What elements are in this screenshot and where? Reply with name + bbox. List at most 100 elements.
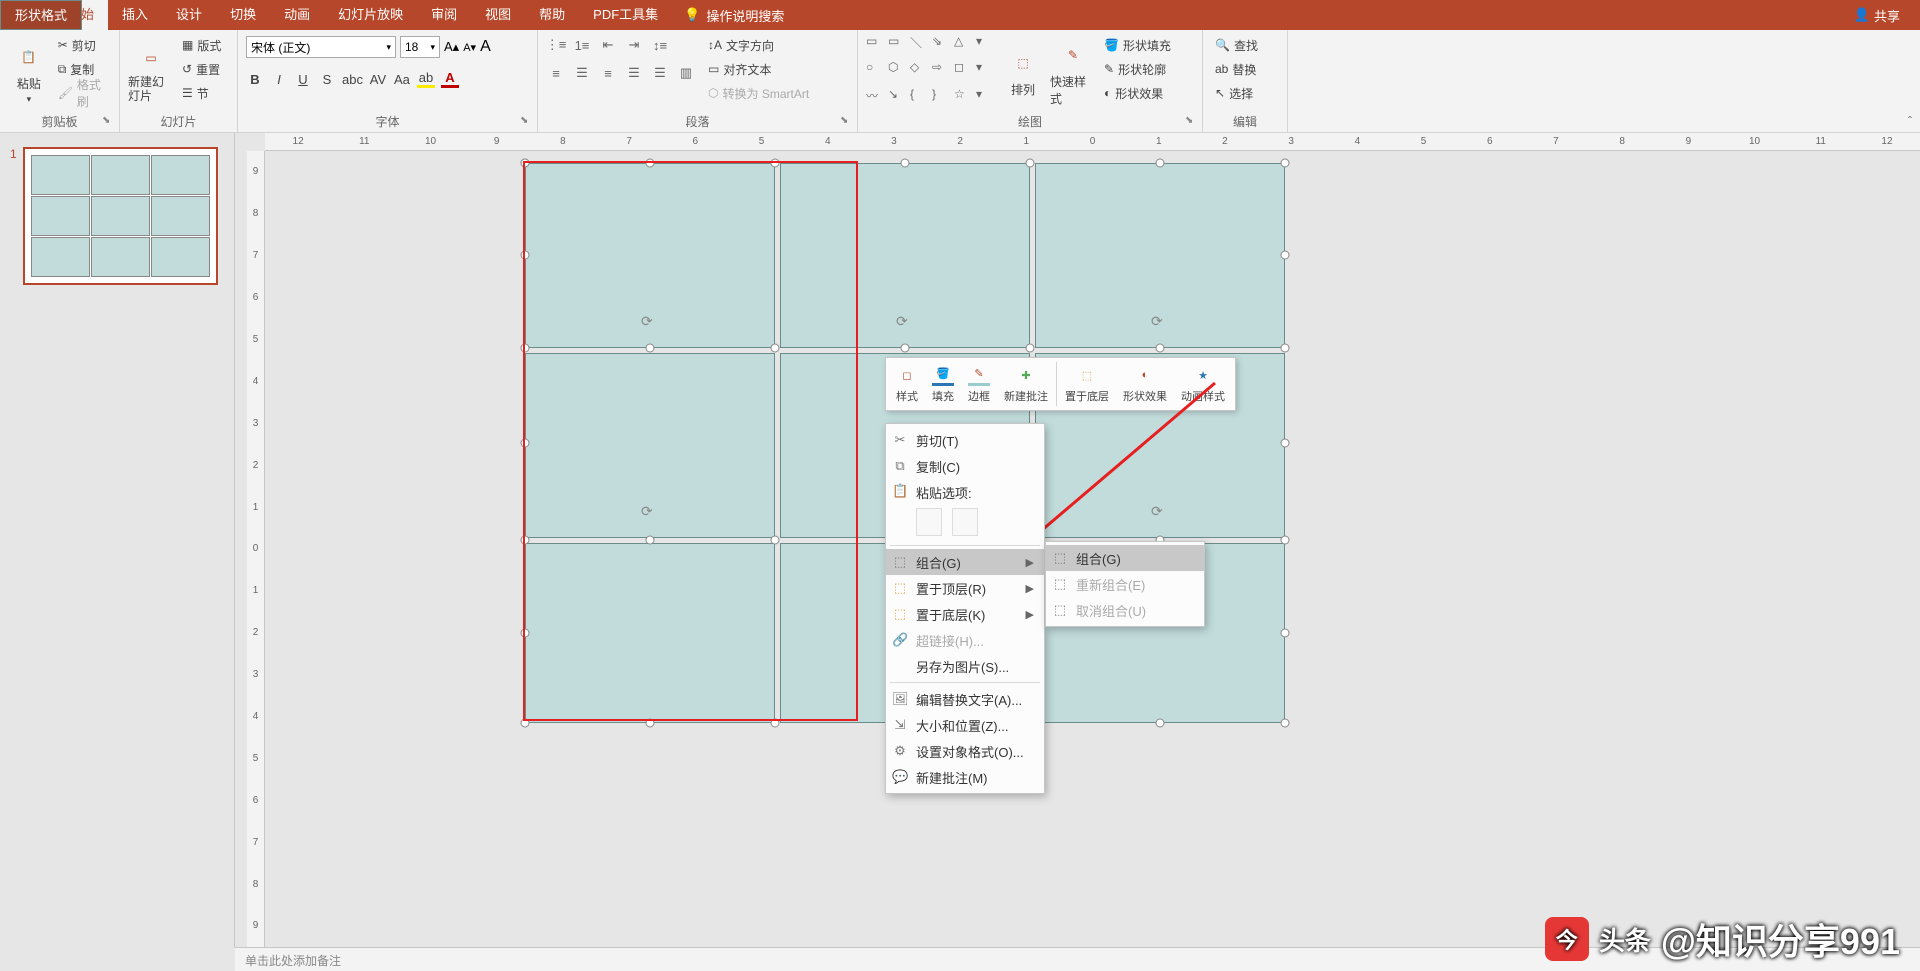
shape-rect[interactable] — [525, 543, 775, 723]
shape-star-icon[interactable]: ☆ — [954, 87, 974, 111]
decrease-indent-button[interactable]: ⇤ — [598, 35, 618, 55]
selection-handle[interactable] — [521, 344, 530, 353]
slide-thumbnail-1[interactable] — [23, 147, 218, 285]
shape-more2-icon[interactable]: ▾ — [976, 60, 996, 84]
selection-handle[interactable] — [771, 344, 780, 353]
selection-handle[interactable] — [521, 629, 530, 638]
tab-help[interactable]: 帮助 — [525, 0, 579, 30]
ctx-copy[interactable]: 复制(C) — [886, 453, 1044, 479]
reset-button[interactable]: ↺重置 — [178, 58, 225, 80]
tab-animation[interactable]: 动画 — [270, 0, 324, 30]
distribute-button[interactable]: ☰ — [650, 63, 670, 83]
shape-rect2-icon[interactable]: ▭ — [888, 34, 908, 58]
thumbnail-panel[interactable]: 1 — [0, 133, 235, 947]
selection-handle[interactable] — [1026, 344, 1035, 353]
tab-slideshow[interactable]: 幻灯片放映 — [324, 0, 417, 30]
tab-shape-format[interactable]: 形状格式 — [0, 0, 82, 30]
ctx-new-comment[interactable]: 💬新建批注(M) — [886, 764, 1044, 790]
replace-button[interactable]: ab替换 — [1211, 58, 1279, 80]
align-right-button[interactable]: ≡ — [598, 63, 618, 83]
selection-handle[interactable] — [646, 536, 655, 545]
shape-circle-icon[interactable]: ○ — [866, 60, 886, 84]
rotate-handle-icon[interactable]: ⟳ — [1151, 313, 1169, 331]
find-button[interactable]: 🔍查找 — [1211, 34, 1279, 56]
justify-button[interactable]: ☰ — [624, 63, 644, 83]
paragraph-dialog-launcher[interactable]: ⬊ — [840, 115, 854, 129]
ctx-size-position[interactable]: ⇲大小和位置(Z)... — [886, 712, 1044, 738]
align-center-button[interactable]: ☰ — [572, 63, 592, 83]
selection-handle[interactable] — [1281, 344, 1290, 353]
new-slide-button[interactable]: ▭ 新建幻灯片 — [128, 34, 174, 111]
tab-transition[interactable]: 切换 — [216, 0, 270, 30]
shape-bracket-icon[interactable]: } — [932, 87, 952, 111]
selection-handle[interactable] — [1281, 159, 1290, 168]
shape-more-icon[interactable]: ▾ — [976, 34, 996, 58]
selection-handle[interactable] — [646, 719, 655, 728]
selection-handle[interactable] — [521, 536, 530, 545]
font-name-select[interactable]: 宋体 (正文)▾ — [246, 36, 396, 58]
select-button[interactable]: ↖选择 — [1211, 82, 1279, 104]
smartart-button[interactable]: ⬡转换为 SmartArt — [704, 82, 813, 104]
spacing-button[interactable]: AV — [369, 72, 387, 87]
increase-indent-button[interactable]: ⇥ — [624, 35, 644, 55]
selection-handle[interactable] — [1156, 159, 1165, 168]
mini-comment-button[interactable]: ✚新建批注 — [998, 362, 1054, 406]
ctx-bring-front[interactable]: ⬚置于顶层(R)▶ — [886, 575, 1044, 601]
submenu-group[interactable]: ⬚组合(G) — [1046, 545, 1204, 571]
selection-handle[interactable] — [1156, 719, 1165, 728]
mini-animstyle-button[interactable]: ★动画样式 — [1175, 362, 1231, 406]
shape-callout-icon[interactable]: ◻ — [954, 60, 974, 84]
shape-brace-icon[interactable]: { — [910, 87, 930, 111]
selection-handle[interactable] — [521, 439, 530, 448]
bullets-button[interactable]: ⋮≡ — [546, 35, 566, 55]
ctx-save-as-pic[interactable]: 另存为图片(S)... — [886, 653, 1044, 679]
selection-handle[interactable] — [1156, 344, 1165, 353]
clipboard-dialog-launcher[interactable]: ⬊ — [102, 115, 116, 129]
tab-design[interactable]: 设计 — [162, 0, 216, 30]
increase-font-button[interactable]: A▴ — [444, 39, 459, 55]
drawing-dialog-launcher[interactable]: ⬊ — [1185, 115, 1199, 129]
section-button[interactable]: ☰节 — [178, 82, 225, 104]
slide-editor[interactable]: 1211109876543210123456789101112 98765432… — [235, 133, 1920, 947]
font-size-select[interactable]: 18▾ — [400, 36, 440, 58]
shape-outline-button[interactable]: ✎形状轮廓 — [1100, 58, 1175, 80]
selection-handle[interactable] — [1281, 629, 1290, 638]
shape-rect-icon[interactable]: ▭ — [866, 34, 886, 58]
share-button[interactable]: 👤 共享 — [1834, 6, 1920, 25]
selection-handle[interactable] — [646, 159, 655, 168]
shape-triangle-icon[interactable]: △ — [954, 34, 974, 58]
shape-hex-icon[interactable]: ⬡ — [888, 60, 908, 84]
tab-view[interactable]: 视图 — [471, 0, 525, 30]
shape-line-icon[interactable]: ＼ — [910, 34, 930, 58]
tab-review[interactable]: 审阅 — [417, 0, 471, 30]
ctx-cut[interactable]: 剪切(T) — [886, 427, 1044, 453]
selection-handle[interactable] — [1281, 536, 1290, 545]
selection-handle[interactable] — [521, 251, 530, 260]
selection-handle[interactable] — [901, 159, 910, 168]
font-dialog-launcher[interactable]: ⬊ — [520, 115, 534, 129]
ctx-alt-text[interactable]: 🖼编辑替换文字(A)... — [886, 686, 1044, 712]
arrange-button[interactable]: ⬚排列 — [1000, 34, 1046, 111]
text-direction-button[interactable]: ↕A文字方向 — [704, 34, 813, 56]
mini-style-button[interactable]: ◻样式 — [890, 362, 924, 406]
quick-styles-button[interactable]: ✎快速样式 — [1050, 34, 1096, 111]
collapse-ribbon-button[interactable]: ˆ — [1908, 114, 1912, 128]
format-painter-button[interactable]: 格式刷 — [54, 82, 111, 104]
selection-handle[interactable] — [646, 344, 655, 353]
mini-sendback-button[interactable]: ⬚置于底层 — [1059, 362, 1115, 406]
shadow-button[interactable]: abc — [342, 72, 363, 87]
selection-handle[interactable] — [1281, 719, 1290, 728]
mini-effects-button[interactable]: ◐形状效果 — [1117, 362, 1173, 406]
paste-button[interactable]: 📋 粘贴 ▾ — [8, 34, 50, 111]
align-text-button[interactable]: ▭对齐文本 — [704, 58, 813, 80]
columns-button[interactable]: ▥ — [676, 63, 696, 83]
shape-more3-icon[interactable]: ▾ — [976, 87, 996, 111]
clear-format-button[interactable]: A — [480, 38, 491, 56]
rotate-handle-icon[interactable]: ⟳ — [641, 313, 659, 331]
rotate-handle-icon[interactable]: ⟳ — [896, 313, 914, 331]
decrease-font-button[interactable]: A▾ — [463, 41, 476, 54]
ctx-format-object[interactable]: ⚙设置对象格式(O)... — [886, 738, 1044, 764]
shape-fill-button[interactable]: 🪣形状填充 — [1100, 34, 1175, 56]
selection-handle[interactable] — [771, 159, 780, 168]
paste-option-1[interactable] — [916, 508, 942, 536]
